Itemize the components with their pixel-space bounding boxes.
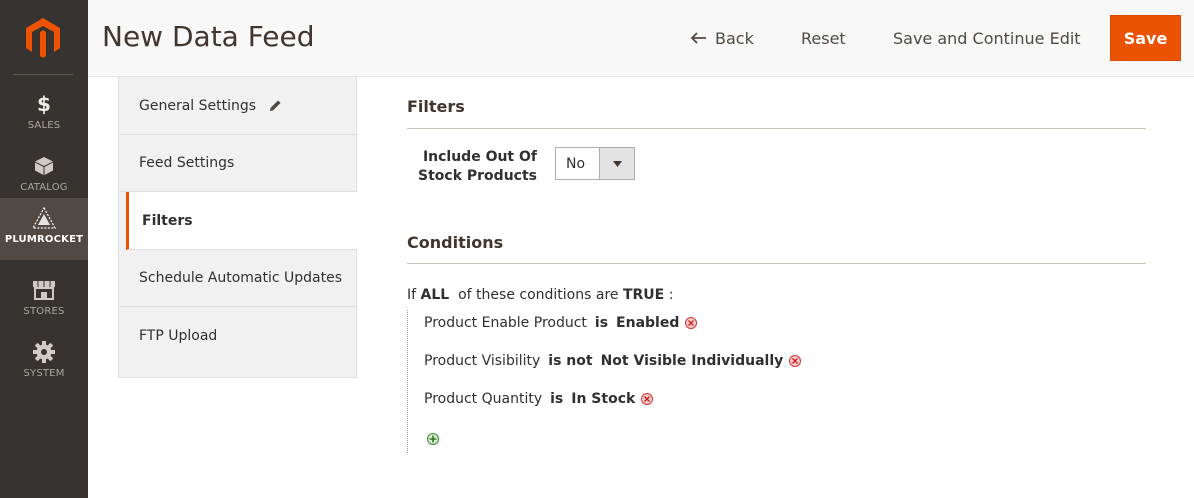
pencil-icon [268, 99, 282, 113]
remove-condition-icon[interactable] [641, 393, 654, 405]
tab-general-settings[interactable]: General Settings [119, 77, 358, 135]
filters-section-title: Filters [407, 97, 465, 116]
nav-item-plumrocket[interactable]: PLUMROCKET [0, 198, 88, 260]
condition-value[interactable]: In Stock [571, 391, 635, 407]
dollar-icon: $ [37, 92, 51, 116]
conditions-section-title: Conditions [407, 233, 504, 252]
admin-sidebar: $ SALES CATALOG PLUMROCKET STORES SYSTEM [0, 0, 88, 498]
store-icon [0, 278, 88, 302]
tab-filters[interactable]: Filters [126, 192, 358, 250]
remove-condition-icon[interactable] [685, 317, 698, 329]
condition-value[interactable]: Not Visible Individually [601, 353, 784, 369]
condition-operator[interactable]: is [595, 315, 608, 331]
conditions-tree-line [407, 310, 408, 453]
save-and-continue-button[interactable]: Save and Continue Edit [893, 16, 1081, 60]
add-condition-icon[interactable] [427, 433, 439, 445]
nav-label-stores: STORES [23, 306, 65, 317]
condition-row: Product Quantity is In Stock [424, 391, 654, 407]
back-button[interactable]: Back [691, 16, 754, 60]
plumrocket-icon [0, 206, 88, 230]
condition-operator[interactable]: is [550, 391, 563, 407]
select-value: No [566, 156, 586, 172]
condition-attribute: Product Quantity [424, 391, 543, 407]
page-title: New Data Feed [102, 20, 315, 53]
tab-label: General Settings [139, 97, 257, 114]
box-icon [0, 154, 88, 178]
nav-label-plumrocket: PLUMROCKET [4, 234, 84, 245]
include-out-of-stock-select[interactable]: No [555, 147, 635, 180]
page-header: New Data Feed Back Reset Save and Contin… [88, 0, 1194, 77]
logo-divider [13, 74, 73, 75]
tab-label: Schedule Automatic Updates [139, 269, 343, 286]
gear-icon [0, 340, 88, 364]
condition-row: Product Enable Product is Enabled [424, 315, 698, 331]
tab-feed-settings[interactable]: Feed Settings [119, 134, 358, 192]
conditions-divider [407, 263, 1146, 264]
back-button-label: Back [715, 28, 754, 48]
condition-attribute: Product Enable Product [424, 315, 587, 331]
nav-item-catalog[interactable]: CATALOG [0, 142, 88, 204]
reset-button[interactable]: Reset [801, 16, 846, 60]
nav-label-sales: SALES [27, 120, 61, 131]
nav-label-system: SYSTEM [23, 368, 65, 379]
intro-middle: of these conditions are [458, 287, 619, 303]
condition-value[interactable]: Enabled [616, 315, 679, 331]
condition-attribute: Product Visibility [424, 353, 541, 369]
magento-logo[interactable] [22, 16, 64, 58]
conditions-intro: If ALL of these conditions are TRUE : [407, 287, 673, 303]
nav-item-stores[interactable]: STORES [0, 266, 88, 328]
side-tabs: General Settings Feed Settings Filters S… [118, 77, 358, 378]
tab-schedule-automatic-updates[interactable]: Schedule Automatic Updates [119, 249, 358, 307]
condition-operator[interactable]: is not [548, 353, 592, 369]
value-select[interactable]: TRUE [623, 287, 664, 303]
aggregator-select[interactable]: ALL [421, 287, 450, 303]
save-button[interactable]: Save [1110, 15, 1181, 61]
chevron-down-icon [599, 148, 634, 179]
arrow-left-icon [691, 32, 707, 44]
intro-suffix: : [668, 287, 674, 303]
filters-divider [407, 128, 1146, 129]
nav-item-sales[interactable]: $ SALES [0, 80, 88, 142]
intro-prefix: If [407, 287, 417, 303]
remove-condition-icon[interactable] [789, 355, 802, 367]
include-out-of-stock-label: Include Out Of Stock Products [418, 149, 537, 184]
tab-label: Feed Settings [139, 154, 235, 171]
nav-label-catalog: CATALOG [20, 182, 68, 193]
tab-ftp-upload[interactable]: FTP Upload [119, 307, 358, 365]
nav-item-system[interactable]: SYSTEM [0, 328, 88, 390]
tab-label: Filters [142, 212, 193, 229]
condition-row: Product Visibility is not Not Visible In… [424, 353, 802, 369]
tab-label: FTP Upload [139, 328, 218, 344]
